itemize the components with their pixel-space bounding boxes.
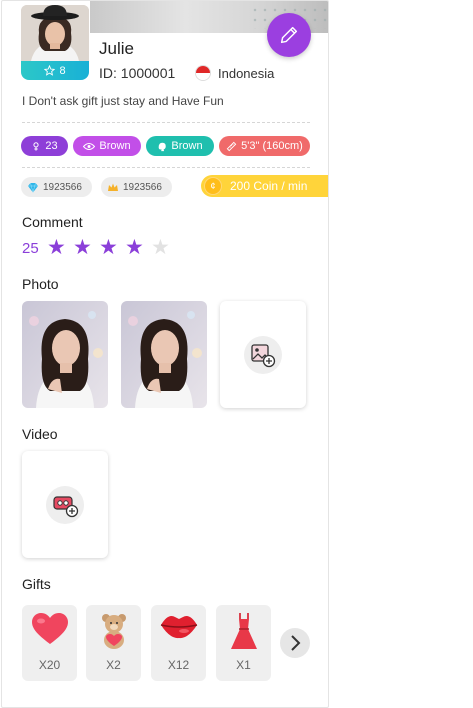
gift-item[interactable]: X2 [86, 605, 141, 681]
hair-color-value: Brown [171, 140, 203, 152]
gift-count: X12 [167, 658, 190, 672]
rating-count: 25 [22, 240, 39, 257]
photo-thumbnail[interactable] [22, 301, 108, 408]
country-name: Indonesia [218, 65, 275, 81]
gifts-next-button[interactable] [280, 628, 310, 658]
diamond-icon [28, 182, 38, 193]
video-heading: Video [22, 426, 58, 442]
pencil-icon [280, 26, 298, 44]
crown-icon [108, 183, 118, 191]
add-photo-icon [251, 343, 276, 367]
diamond-count: 1923566 [43, 181, 82, 193]
gift-item[interactable]: X12 [151, 605, 206, 681]
height-value: 5'3" (160cm) [241, 140, 303, 152]
gift-count: X1 [236, 658, 251, 672]
charm-stat: 1923566 [101, 177, 172, 197]
chevron-right-icon [291, 635, 301, 651]
bio-text: I Don't ask gift just stay and Have Fun [22, 94, 224, 108]
level-badge: 8 [21, 61, 89, 80]
star-empty-icon: ★ [151, 236, 170, 259]
gift-item[interactable]: X1 [216, 605, 271, 681]
star-filled-icon: ★ [73, 236, 92, 259]
star-filled-icon: ★ [47, 236, 66, 259]
heart-icon [31, 613, 68, 644]
age-value: 23 [45, 140, 58, 152]
teddy-bear-icon [101, 614, 126, 649]
hair-color-tag: Brown [146, 136, 214, 156]
lips-icon [160, 616, 197, 639]
add-video-icon [53, 495, 79, 517]
dress-icon [230, 613, 257, 649]
eye-color-tag: Brown [73, 136, 141, 156]
photo-heading: Photo [22, 276, 59, 292]
gender-icon [33, 141, 39, 151]
hair-icon [159, 142, 167, 151]
gifts-heading: Gifts [22, 576, 51, 592]
divider [22, 167, 310, 168]
coin-icon: ¢ [204, 177, 222, 195]
gift-item[interactable]: X20 [22, 605, 77, 681]
photo-thumbnail[interactable] [121, 301, 207, 408]
indonesia-flag-icon [195, 65, 211, 81]
eye-icon [83, 142, 96, 150]
call-price-badge: ¢ 200 Coin / min [201, 175, 328, 197]
call-price: 200 Coin / min [230, 179, 308, 193]
profile-card: 8 Julie ID: 1000001 Indonesia I Don't as… [1, 0, 329, 708]
user-id: ID: 1000001 [99, 65, 176, 81]
edit-profile-button[interactable] [267, 13, 311, 57]
ruler-icon [226, 141, 237, 151]
add-photo-button[interactable] [220, 301, 306, 408]
divider [22, 122, 310, 123]
gift-count: X20 [38, 658, 61, 672]
gift-count: X2 [106, 658, 121, 672]
diamond-stat: 1923566 [21, 177, 92, 197]
age-tag: 23 [21, 136, 68, 156]
user-name: Julie [99, 39, 134, 58]
star-outline-icon [44, 65, 56, 76]
comment-heading: Comment [22, 214, 83, 230]
star-filled-icon: ★ [125, 236, 144, 259]
charm-count: 1923566 [123, 181, 162, 193]
add-video-button[interactable] [22, 451, 108, 558]
star-filled-icon: ★ [99, 236, 118, 259]
country: Indonesia [195, 65, 274, 81]
level-value: 8 [59, 64, 66, 77]
avatar[interactable] [21, 5, 89, 61]
height-tag: 5'3" (160cm) [219, 136, 310, 156]
eye-color-value: Brown [99, 140, 131, 152]
